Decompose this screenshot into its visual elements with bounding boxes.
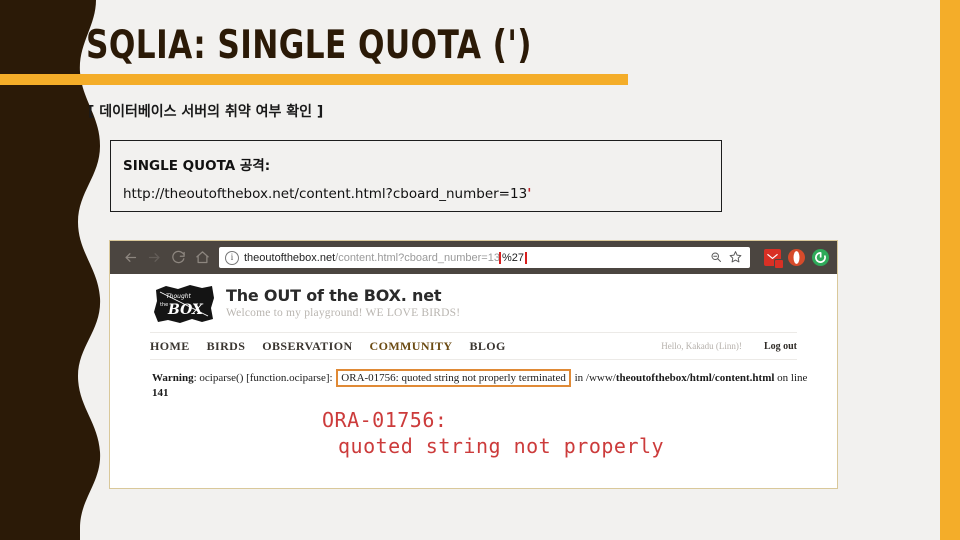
warning-prefix-rest: : ociparse() [function.ociparse]:	[193, 372, 336, 384]
home-icon[interactable]	[190, 246, 214, 270]
site-navigation: HOME BIRDS OBSERVATION COMMUNITY BLOG He…	[150, 332, 797, 360]
big-ora-error-line2: quoted string not properly	[338, 434, 665, 458]
attack-url: http://theoutofthebox.net/content.html?c…	[123, 186, 531, 202]
forward-arrow-icon	[142, 246, 166, 270]
nav-item-observation[interactable]: OBSERVATION	[262, 339, 352, 354]
star-icon[interactable]	[729, 250, 742, 265]
ora-error-highlight: ORA-01756: quoted string not properly te…	[336, 369, 571, 387]
page-title: SQLIA: SINGLE QUOTA (')	[86, 23, 532, 68]
zoom-out-icon[interactable]	[710, 251, 722, 265]
title-accent-rule	[0, 74, 628, 85]
attack-heading: SINGLE QUOTA 공격:	[123, 158, 271, 174]
address-path: /content.html?cboard_number=13	[335, 251, 500, 264]
address-bar[interactable]: i theoutofthebox.net/content.html?cboard…	[219, 247, 750, 268]
attack-command-box: SINGLE QUOTA 공격: http://theoutofthebox.n…	[110, 140, 722, 212]
site-brand-name: The OUT of the BOX. net	[226, 286, 442, 306]
nav-item-birds[interactable]: BIRDS	[207, 339, 246, 354]
info-circle-icon[interactable]: i	[225, 250, 239, 265]
user-greeting: Hello, Kakadu (Linn)!	[661, 341, 742, 351]
warning-line-number: 141	[152, 387, 169, 399]
reload-icon[interactable]	[166, 246, 190, 270]
php-warning-message: Warning: ociparse() [function.ociparse]:…	[152, 369, 812, 401]
site-page: Thought the BOX The OUT of the BOX. net …	[110, 274, 837, 488]
opera-extension-icon[interactable]	[788, 249, 805, 266]
browser-extensions	[764, 249, 829, 269]
browser-screenshot: i theoutofthebox.net/content.html?cboard…	[109, 240, 838, 489]
back-arrow-icon[interactable]	[118, 246, 142, 270]
address-host: theoutofthebox.net	[244, 251, 336, 264]
big-ora-error-line1: ORA-01756:	[322, 408, 448, 432]
address-injection-highlight: %27	[498, 251, 527, 264]
site-logo-icon: Thought the BOX	[152, 284, 216, 324]
warning-suffix-post: on line	[774, 372, 808, 384]
site-tagline: Welcome to my playground! WE LOVE BIRDS!	[226, 307, 461, 320]
address-bar-url: theoutofthebox.net/content.html?cboard_n…	[244, 251, 710, 264]
logout-link[interactable]: Log out	[764, 341, 797, 352]
warning-label: Warning	[152, 372, 194, 384]
slide-subheading: [ 데이터베이스 서버의 취약 여부 확인 ]	[88, 104, 324, 120]
gmail-badge	[774, 259, 784, 269]
nav-item-home[interactable]: HOME	[150, 339, 190, 354]
slide-canvas: SQLIA: SINGLE QUOTA (') [ 데이터베이스 서버의 취약 …	[0, 0, 960, 540]
nav-item-community[interactable]: COMMUNITY	[370, 339, 453, 354]
green-extension-icon[interactable]	[812, 249, 829, 266]
nav-item-blog[interactable]: BLOG	[469, 339, 505, 354]
big-ora-error: ORA-01756: quoted string not properly	[110, 407, 837, 459]
svg-text:the: the	[160, 302, 168, 308]
site-header: Thought the BOX The OUT of the BOX. net …	[110, 274, 837, 332]
browser-toolbar: i theoutofthebox.net/content.html?cboard…	[110, 241, 837, 274]
attack-url-quote: '	[527, 186, 532, 202]
gmail-extension-icon[interactable]	[764, 249, 784, 269]
warning-file-path: theoutofthebox/html/content.html	[615, 372, 775, 384]
attack-url-base: http://theoutofthebox.net/content.html?c…	[123, 186, 528, 202]
right-accent-bar	[940, 0, 960, 540]
warning-suffix-pre: in /www/	[571, 372, 616, 384]
